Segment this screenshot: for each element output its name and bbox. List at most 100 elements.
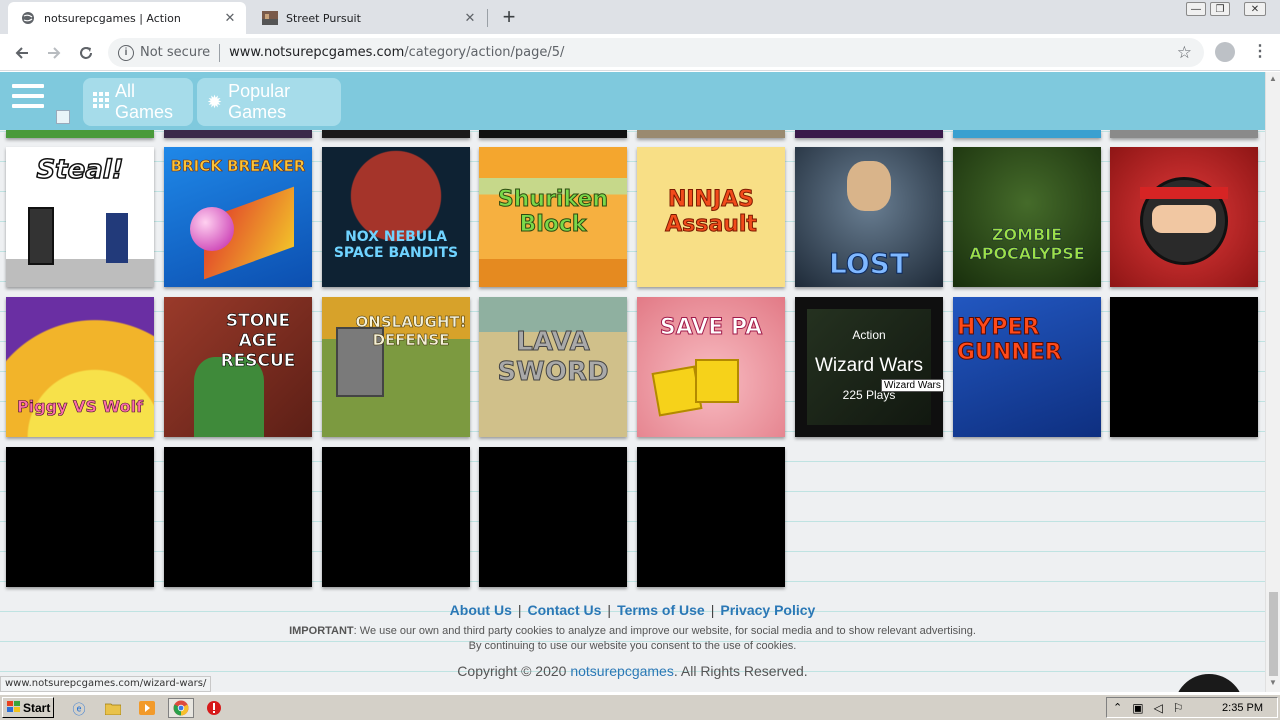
brand-link[interactable]: notsurepcgames	[570, 663, 674, 679]
tooltip: Wizard Wars	[881, 379, 944, 392]
game-tile-partial[interactable]	[637, 130, 785, 138]
game-tile-partial[interactable]	[164, 130, 312, 138]
game-thumbnail-title: ONSLAUGHT! DEFENSE	[355, 313, 467, 350]
game-tile-steal[interactable]: Steal!	[6, 147, 154, 287]
game-tile-shuriken-block[interactable]: Shuriken Block	[479, 147, 627, 287]
cookie-notice-text-2: By continuing to use our website you con…	[468, 640, 797, 652]
network-icon[interactable]: ▣	[1132, 701, 1143, 715]
sun-burst-icon: ✹	[207, 91, 223, 112]
game-tile-lost[interactable]: LOST	[795, 147, 943, 287]
game-tile-loading[interactable]	[6, 447, 154, 587]
cookie-notice: IMPORTANT: We use our own and third part…	[0, 624, 1265, 654]
game-tile-loading[interactable]	[479, 447, 627, 587]
safe-graphic	[28, 207, 54, 265]
game-tile-hyper-gunner[interactable]: HYPER GUNNER	[953, 297, 1101, 437]
stop-sign-icon[interactable]	[205, 699, 223, 717]
game-tile-partial[interactable]	[1110, 130, 1258, 138]
close-window-icon[interactable]: ✕	[1244, 2, 1266, 16]
game-tile-stone-age-rescue[interactable]: STONE AGE RESCUE	[164, 297, 312, 437]
game-tile-loading[interactable]	[164, 447, 312, 587]
tray-expand-icon[interactable]: ⌃	[1113, 701, 1122, 714]
popular-games-label: Popular Games	[228, 81, 291, 122]
folder-icon[interactable]	[104, 699, 122, 717]
game-tile-brick-breaker[interactable]: BRICK BREAKER	[164, 147, 312, 287]
flag-icon[interactable]: ⚐	[1173, 701, 1184, 715]
game-tile-loading[interactable]	[1110, 297, 1258, 437]
thief-graphic	[106, 213, 128, 263]
tab-separator	[487, 9, 488, 27]
game-tile-wizard-wars[interactable]: Action Wizard Wars 225 Plays	[795, 297, 943, 437]
start-button[interactable]: Start	[2, 697, 54, 718]
media-player-icon[interactable]	[138, 699, 156, 717]
yellow-block-graphic	[695, 359, 739, 403]
game-tile-nox-nebula[interactable]: NOX NEBULA SPACE BANDITS	[322, 147, 470, 287]
profile-avatar-icon[interactable]	[1215, 42, 1235, 62]
tab-street-pursuit[interactable]: Street Pursuit ✕	[250, 2, 486, 34]
internet-explorer-icon[interactable]: ⓔ	[70, 699, 88, 717]
footer-link-contact[interactable]: Contact Us	[528, 602, 602, 618]
scroll-up-arrow-icon[interactable]: ▲	[1269, 74, 1277, 83]
new-tab-button[interactable]: +	[496, 4, 522, 29]
close-tab-icon[interactable]: ✕	[462, 10, 478, 26]
restore-icon[interactable]: ❐	[1210, 2, 1230, 16]
footer-separator: |	[607, 602, 612, 618]
game-tile-loading[interactable]	[637, 447, 785, 587]
page-scrollbar[interactable]: ▲ ▼	[1265, 72, 1280, 692]
game-title: Wizard Wars	[814, 355, 924, 376]
game-tile-ninjas-assault[interactable]: NINJAS Assault	[637, 147, 785, 287]
game-tile-ninja-face[interactable]	[1110, 147, 1258, 287]
browser-tab-strip: notsurepcgames | Action ✕ Street Pursuit…	[0, 0, 1280, 34]
game-tile-partial[interactable]	[6, 130, 154, 138]
game-tile-partial[interactable]	[795, 130, 943, 138]
copyright-prefix: Copyright © 2020	[457, 663, 571, 679]
chrome-taskbar-icon[interactable]	[168, 698, 194, 718]
url-host: www.notsurepcgames.com	[229, 45, 405, 60]
volume-icon[interactable]: ◁	[1154, 701, 1163, 715]
taskbar: Start ⓔ ⌃ ▣ ◁ ⚐ 2:35 PM	[0, 694, 1280, 720]
street-pursuit-favicon-icon	[262, 10, 278, 26]
url-path: /category/action/page/5/	[404, 45, 565, 60]
game-thumbnail	[953, 147, 1101, 287]
game-tile-partial[interactable]	[479, 130, 627, 138]
game-tile-lava-sword[interactable]: LAVA SWORD	[479, 297, 627, 437]
forward-icon[interactable]	[42, 41, 66, 65]
browser-toolbar: i Not secure www.notsurepcgames.com/cate…	[0, 34, 1280, 71]
footer-separator: |	[517, 602, 522, 618]
copyright-suffix: . All Rights Reserved.	[673, 663, 808, 679]
game-tile-partial[interactable]	[953, 130, 1101, 138]
close-tab-icon[interactable]: ✕	[222, 10, 238, 26]
broken-logo-image[interactable]	[56, 110, 70, 124]
security-label: Not secure	[140, 45, 211, 60]
bookmark-star-icon[interactable]: ☆	[1177, 43, 1192, 63]
reload-icon[interactable]	[74, 41, 98, 65]
game-tile-loading[interactable]	[322, 447, 470, 587]
browser-menu-icon[interactable]: ⋮	[1252, 41, 1268, 61]
hamburger-menu-icon[interactable]	[12, 84, 44, 116]
game-tile-piggy-vs-wolf[interactable]: Piggy VS Wolf	[6, 297, 154, 437]
tab-notsurepcgames[interactable]: notsurepcgames | Action ✕	[8, 2, 246, 34]
game-thumbnail	[322, 147, 470, 287]
game-tile-save-pa[interactable]: SAVE PA	[637, 297, 785, 437]
scroll-down-arrow-icon[interactable]: ▼	[1269, 678, 1277, 687]
game-tile-zombie-apocalypse[interactable]: ZOMBIE APOCALYPSE	[953, 147, 1101, 287]
minimize-icon[interactable]: —	[1186, 2, 1206, 16]
game-category-label: Action	[852, 328, 886, 342]
game-thumbnail-title: ZOMBIE APOCALYPSE	[969, 225, 1085, 264]
footer-link-privacy[interactable]: Privacy Policy	[720, 602, 815, 618]
status-bar-url: www.notsurepcgames.com/wizard-wars/	[0, 676, 212, 692]
all-games-button[interactable]: All Games	[83, 78, 193, 126]
back-icon[interactable]	[10, 41, 34, 65]
address-bar[interactable]: i Not secure www.notsurepcgames.com/cate…	[108, 38, 1204, 67]
info-icon[interactable]: i	[118, 44, 134, 61]
scrollbar-thumb[interactable]	[1269, 592, 1278, 676]
game-thumbnail-title: LOST	[829, 247, 910, 281]
game-tile-onslaught-defense[interactable]: ONSLAUGHT! DEFENSE	[322, 297, 470, 437]
popular-games-button[interactable]: ✹ Popular Games	[197, 78, 341, 126]
address-divider	[219, 43, 221, 62]
game-tile-partial[interactable]	[322, 130, 470, 138]
tab-title: notsurepcgames | Action	[44, 11, 181, 25]
all-games-label: All Games	[115, 81, 174, 122]
footer-links: About Us | Contact Us | Terms of Use | Privacy…	[0, 602, 1265, 618]
footer-link-about[interactable]: About Us	[450, 602, 512, 618]
footer-link-terms[interactable]: Terms of Use	[617, 602, 705, 618]
